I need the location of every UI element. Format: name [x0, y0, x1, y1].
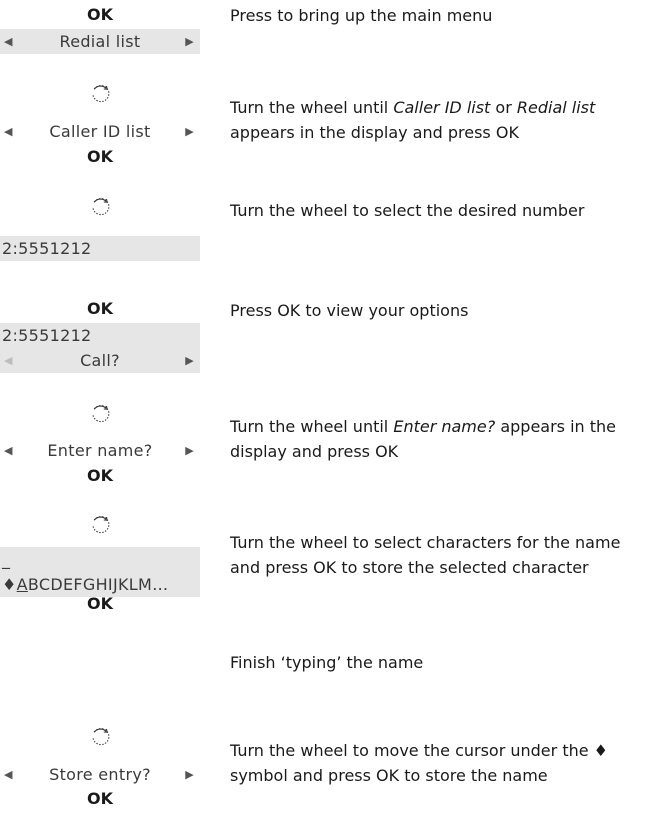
ok-key-label: OK — [87, 299, 113, 318]
step-3-instruction: Turn the wheel to select the desired num… — [230, 201, 585, 220]
wheel-icon — [92, 85, 110, 103]
display-options: 2:5551212 ◀ Call? ▶ — [0, 323, 200, 373]
ok-key-label: OK — [87, 789, 113, 808]
display-cursor-line: _ — [2, 550, 11, 569]
display-text: Caller ID list — [49, 122, 151, 141]
wheel-icon — [92, 198, 110, 216]
step-1-instruction: Press to bring up the main menu — [230, 6, 493, 25]
display-caller-id-list: ◀ Caller ID list ▶ — [0, 119, 200, 144]
arrow-right-icon: ▶ — [185, 35, 194, 48]
step-6-instruction: Turn the wheel to select characters for … — [230, 533, 621, 577]
wheel-icon — [92, 516, 110, 534]
step-7-instruction: Finish ‘typing’ the name — [230, 653, 424, 672]
display-text: Store entry? — [49, 765, 151, 784]
display-number: 2:5551212 — [0, 236, 200, 261]
step-8-instruction: Turn the wheel to move the cursor under … — [230, 741, 608, 785]
selected-character: A — [16, 575, 28, 594]
display-enter-name: ◀ Enter name? ▶ — [0, 438, 200, 463]
display-text: 2:5551212 — [2, 239, 92, 258]
display-character-select: _ ♦ABCDEFGHIJKLM… — [0, 547, 200, 597]
ok-key-label: OK — [87, 147, 113, 166]
wheel-icon — [92, 728, 110, 746]
arrow-right-icon: ▶ — [185, 768, 194, 781]
display-store-entry: ◀ Store entry? ▶ — [0, 762, 200, 787]
step-4-instruction: Press OK to view your options — [230, 301, 469, 320]
display-redial-list: ◀ Redial list ▶ — [0, 29, 200, 54]
arrow-right-icon: ▶ — [185, 444, 194, 457]
arrow-right-icon: ▶ — [185, 354, 194, 367]
step-2-instruction: Turn the wheel until Caller ID list or R… — [230, 98, 596, 142]
display-call-text: Call? — [80, 351, 120, 370]
wheel-icon — [92, 405, 110, 423]
display-text: Enter name? — [47, 441, 153, 460]
diamond-icon: ♦ — [2, 575, 17, 594]
display-text: Redial list — [59, 32, 141, 51]
step-5-instruction: Turn the wheel until Enter name? appears… — [230, 417, 617, 461]
remaining-characters: BCDEFGHIJKLM… — [27, 575, 169, 594]
ok-key-label: OK — [87, 5, 113, 24]
ok-key-label: OK — [87, 466, 113, 485]
display-number-text: 2:5551212 — [2, 326, 92, 345]
arrow-right-icon: ▶ — [185, 125, 194, 138]
ok-key-label: OK — [87, 594, 113, 613]
